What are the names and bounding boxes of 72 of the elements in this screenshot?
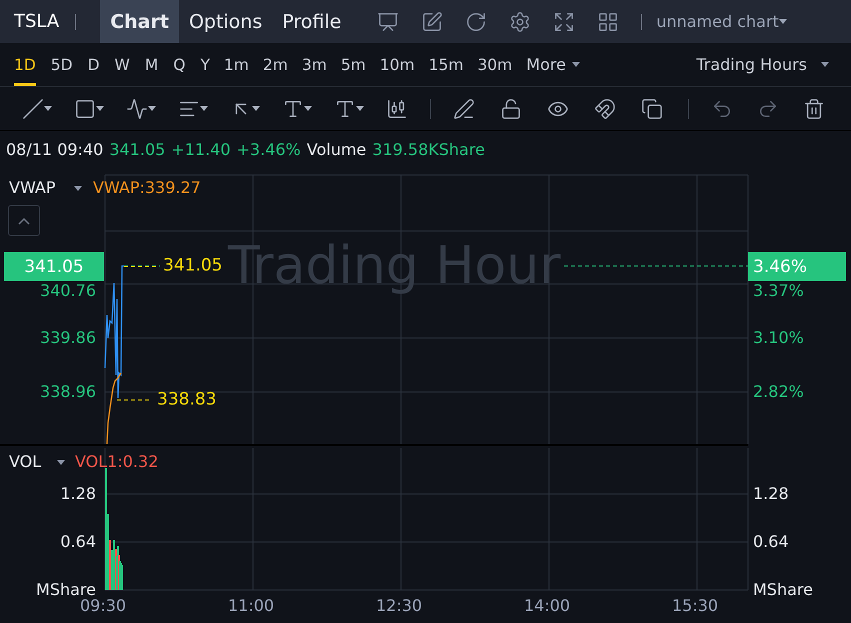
chevron-up-icon [18, 216, 30, 224]
period-tab[interactable]: W [114, 43, 130, 86]
indicator-name[interactable]: VOL [9, 454, 42, 470]
session-dropdown[interactable]: Trading Hours [696, 55, 829, 74]
period-tab[interactable]: M [144, 43, 158, 86]
period-tab[interactable]: 15m [428, 43, 464, 86]
chart-name-dropdown[interactable]: unnamed chart [656, 12, 787, 31]
percent-axis-label: 2.82% [753, 384, 804, 400]
rectangle-tool-icon[interactable] [74, 98, 104, 120]
price-tag: 341.05 [4, 252, 104, 281]
indicator-caret-icon[interactable] [57, 460, 65, 465]
magnet-icon[interactable] [594, 98, 616, 120]
settings-icon[interactable] [509, 10, 532, 32]
unlock-icon[interactable] [500, 98, 522, 120]
period-tab[interactable]: 1m [224, 43, 249, 86]
more-dropdown[interactable]: More [526, 55, 580, 74]
candlestick-icon[interactable] [386, 98, 408, 120]
volume-axis-label: MShare [36, 582, 96, 598]
percent-axis-label: 3.10% [753, 330, 804, 346]
quote-change: +11.40 [171, 140, 231, 159]
price-axis-label: 338.96 [40, 384, 96, 400]
nav-tab[interactable]: Chart [100, 0, 179, 43]
expand-icon[interactable] [553, 10, 576, 32]
period-tab[interactable]: 30m [477, 43, 512, 86]
time-axis-label: 11:00 [228, 598, 274, 614]
period-tab[interactable]: 5D [50, 43, 73, 86]
low-price-label: 338.83 [157, 392, 216, 408]
indicator-name[interactable]: VWAP [9, 180, 56, 196]
nav-tab[interactable]: Profile [272, 0, 352, 43]
price-axis-label: 340.76 [40, 283, 96, 299]
pen-icon[interactable] [453, 98, 475, 120]
percent-tag: 3.46% [748, 252, 846, 281]
symbol-label: TSLA [14, 11, 60, 32]
volume-axis-label: 1.28 [753, 486, 789, 502]
indicator-value: VOL1:0.32 [75, 454, 158, 470]
period-tab[interactable]: D [88, 43, 100, 86]
volume-axis-label: 0.64 [60, 534, 96, 550]
time-axis-label: 09:30 [80, 598, 126, 614]
price-axis-label: 339.86 [40, 330, 96, 346]
nav-tab[interactable]: Options [178, 0, 272, 43]
period-tab[interactable]: 1D [14, 43, 36, 86]
quote-datetime: 08/11 09:40 [6, 140, 104, 159]
line-tool-icon[interactable] [22, 98, 52, 120]
quote-change-percent: +3.46% [236, 140, 301, 159]
wave-tool-icon[interactable] [126, 98, 156, 120]
percent-axis-label: 3.37% [753, 283, 804, 299]
volume-label: Volume [306, 140, 366, 159]
volume-axis-label: MShare [753, 582, 813, 598]
time-axis-label: 15:30 [672, 598, 718, 614]
period-tab[interactable]: 2m [262, 43, 288, 86]
period-tab[interactable]: Y [200, 43, 210, 86]
volume-axis-label: 1.28 [60, 486, 96, 502]
volume-value: 319.58KShare [372, 140, 485, 159]
period-tab[interactable]: 10m [380, 43, 415, 86]
pen-square-icon[interactable] [421, 10, 444, 32]
quote-price: 341.05 [109, 140, 166, 159]
last-price-label: 341.05 [163, 258, 222, 274]
trash-icon[interactable] [803, 98, 825, 120]
time-axis-label: 12:30 [376, 598, 422, 614]
indicator-value: VWAP:339.27 [93, 180, 201, 196]
period-tab[interactable]: Q [173, 43, 186, 86]
vwap-curve [106, 372, 122, 444]
time-axis-label: 14:00 [524, 598, 570, 614]
copy-icon[interactable] [641, 98, 663, 120]
refresh-icon[interactable] [465, 10, 488, 32]
period-tab[interactable]: 5m [340, 43, 366, 86]
price-leader-line [124, 266, 158, 267]
period-tab[interactable]: 3m [302, 43, 327, 86]
presentation-chart-icon[interactable] [377, 10, 400, 32]
indicator-caret-icon[interactable] [74, 186, 82, 191]
grid-icon[interactable] [597, 10, 620, 32]
volume-axis-label: 0.64 [753, 534, 789, 550]
